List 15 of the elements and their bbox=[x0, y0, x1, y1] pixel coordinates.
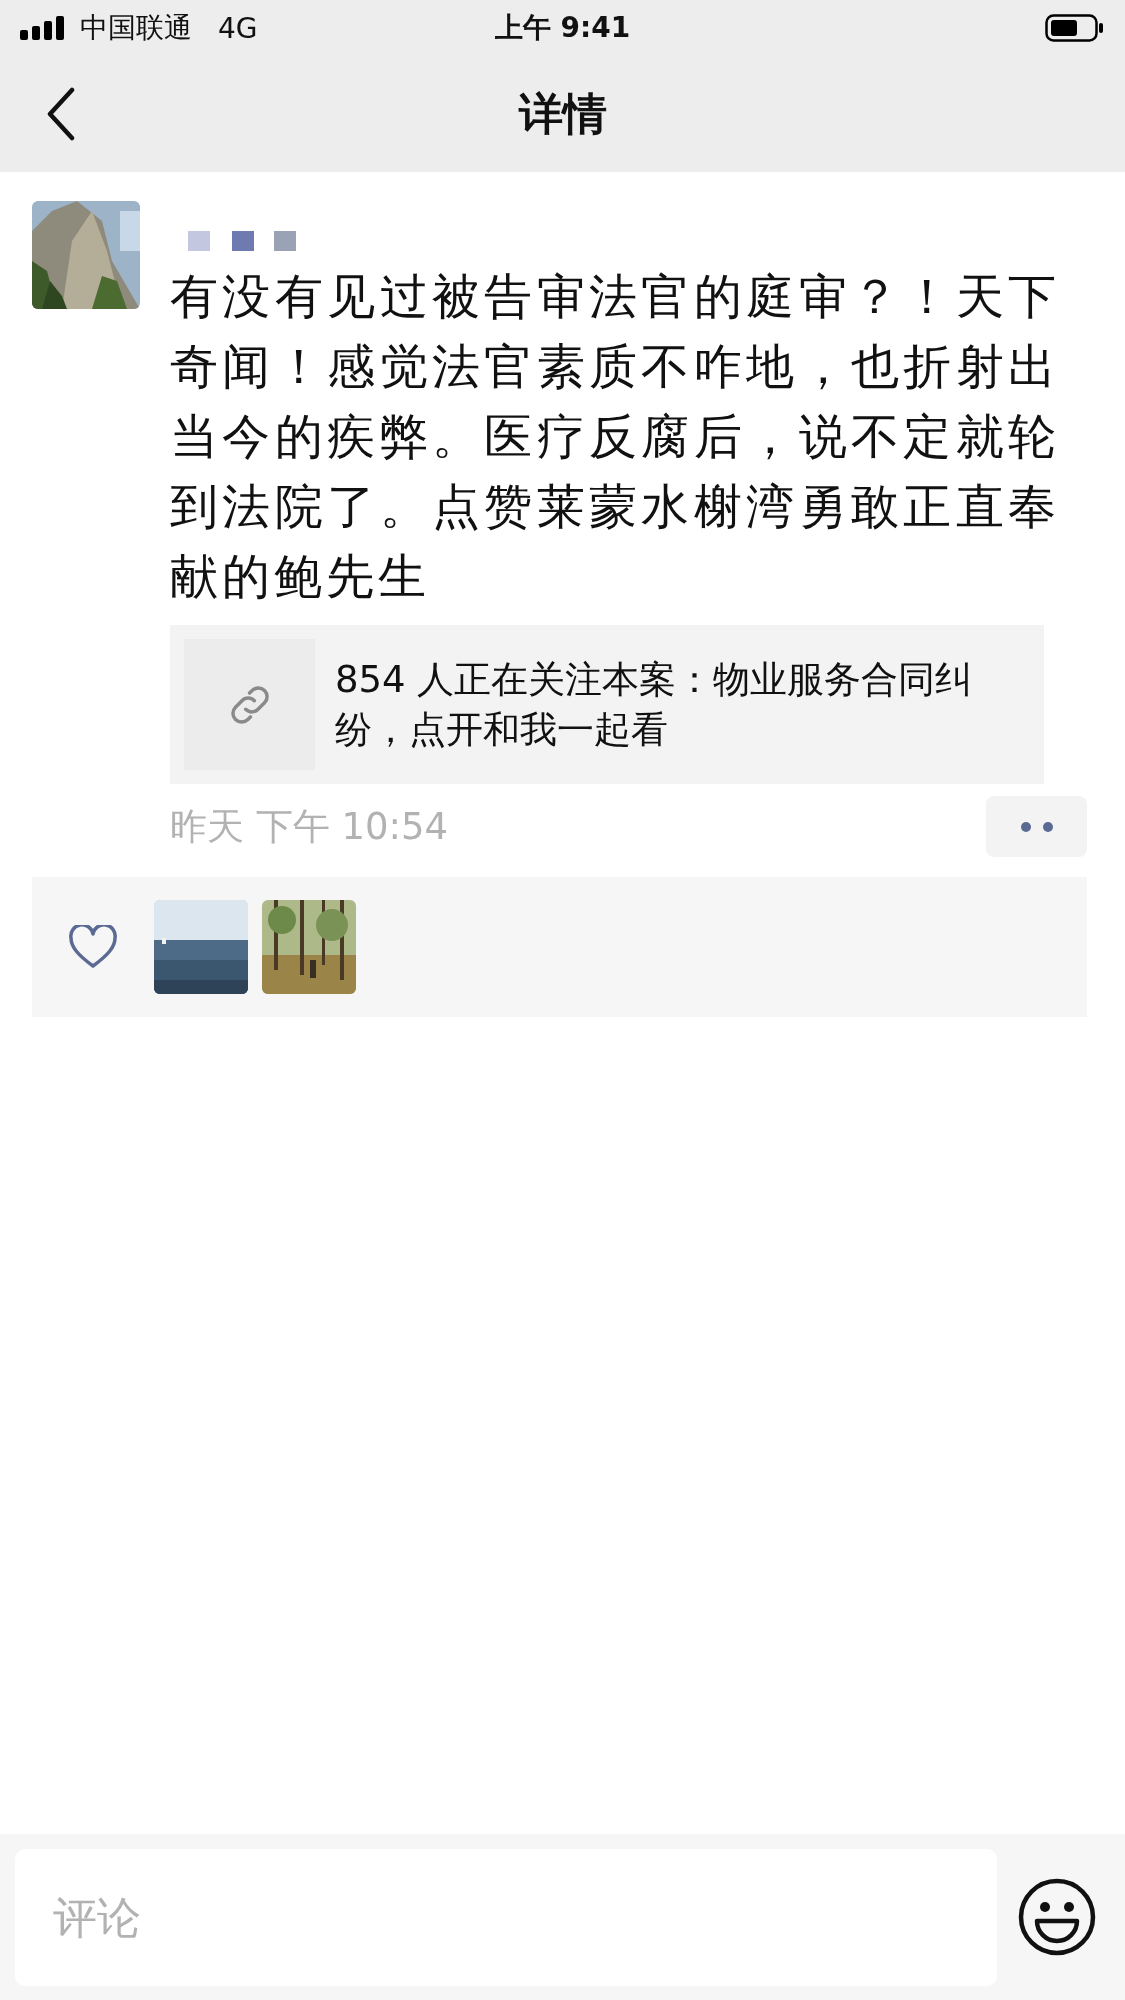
more-button[interactable] bbox=[986, 796, 1087, 857]
link-card[interactable]: 854 人正在关注本案：物业服务合同纠纷，点开和我一起看 bbox=[170, 625, 1044, 784]
emoji-icon[interactable] bbox=[1017, 1877, 1097, 1957]
dots-icon bbox=[1019, 820, 1054, 833]
comment-field[interactable]: 评论 bbox=[15, 1848, 997, 1986]
back-icon[interactable] bbox=[46, 87, 76, 141]
battery-icon bbox=[1045, 14, 1105, 42]
link-title: 854 人正在关注本案：物业服务合同纠纷，点开和我一起看 bbox=[335, 656, 974, 753]
page-title: 详情 bbox=[518, 86, 607, 141]
heart-icon bbox=[68, 925, 118, 969]
status-time: 上午 9:41 bbox=[494, 10, 631, 46]
carrier-name: 中国联通 bbox=[80, 10, 192, 46]
post-text: 有没有见过被告审法官的庭审？！天下奇闻！感觉法官素质不咋地，也折射出当今的疾弊。医疗反腐后，说不定就轮到法院了。点赞莱蒙水榭湾勇敢正直奉献的鲍先生 bbox=[170, 267, 1060, 606]
post-time: 昨天 下午 10:54 bbox=[170, 803, 449, 850]
network-type: 4G bbox=[218, 11, 258, 45]
